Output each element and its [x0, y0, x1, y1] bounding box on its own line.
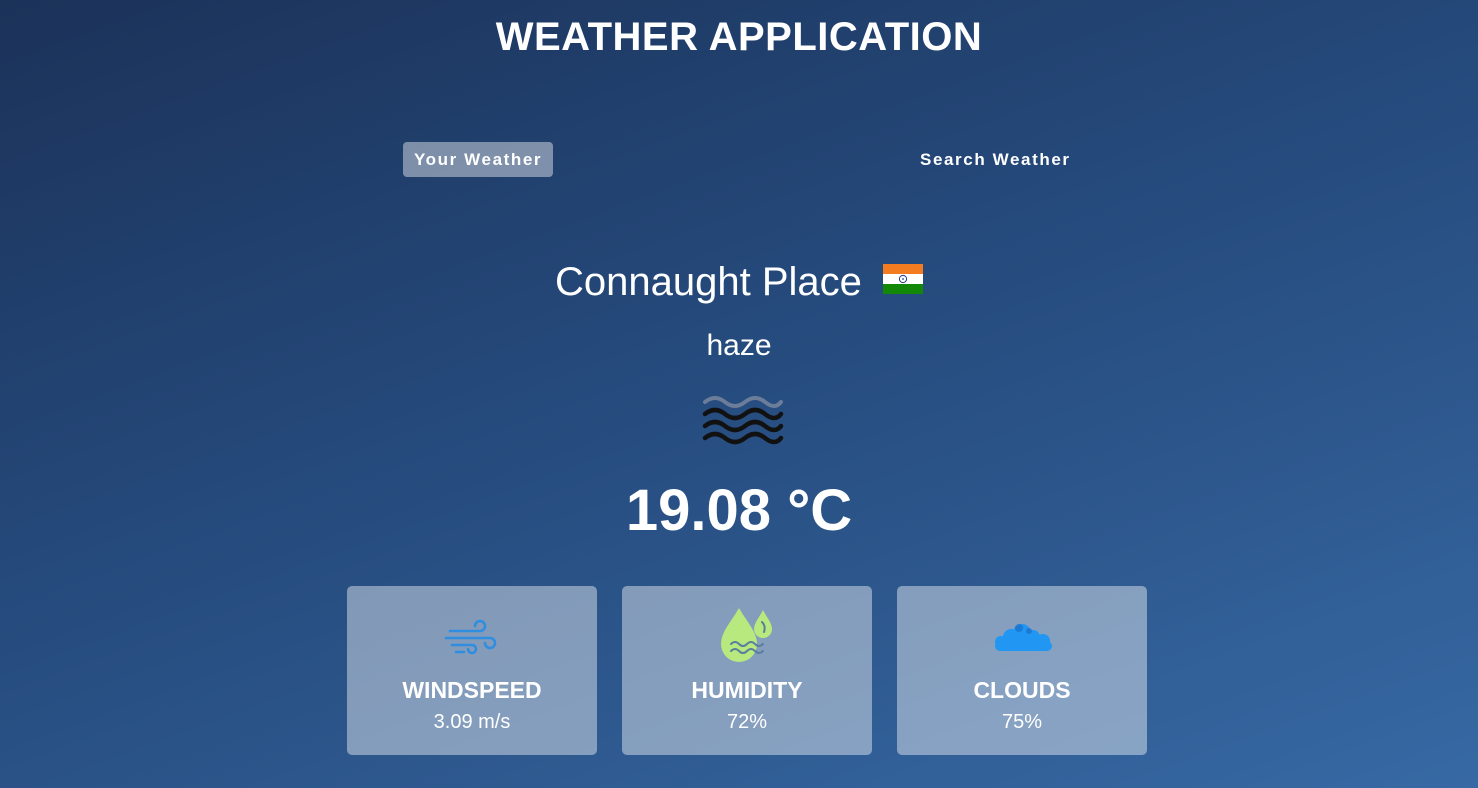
- clouds-label: CLOUDS: [973, 677, 1071, 703]
- tab-your-weather[interactable]: Your Weather: [403, 142, 554, 177]
- haze-icon: [701, 390, 785, 450]
- city-name: Connaught Place: [554, 260, 862, 304]
- india-flag-icon: [883, 253, 924, 309]
- humidity-label: HUMIDITY: [691, 677, 803, 703]
- tab-search-weather[interactable]: Search Weather: [909, 142, 1082, 177]
- temperature-value: 19.08 °C: [625, 478, 853, 543]
- clouds-icon: [897, 606, 1147, 668]
- humidity-card: HUMIDITY 72%: [622, 586, 872, 755]
- wind-icon: [347, 606, 597, 668]
- humidity-icon: [622, 606, 872, 668]
- clouds-card: CLOUDS 75%: [897, 586, 1147, 755]
- windspeed-card: WINDSPEED 3.09 m/s: [347, 586, 597, 755]
- windspeed-label: WINDSPEED: [402, 677, 542, 703]
- app-title: WEATHER APPLICATION: [495, 15, 983, 59]
- weather-condition: haze: [706, 329, 772, 362]
- windspeed-value: 3.09 m/s: [433, 711, 511, 733]
- humidity-value: 72%: [726, 711, 768, 733]
- clouds-value: 75%: [1001, 711, 1043, 733]
- location-heading: Connaught Place: [0, 254, 1478, 310]
